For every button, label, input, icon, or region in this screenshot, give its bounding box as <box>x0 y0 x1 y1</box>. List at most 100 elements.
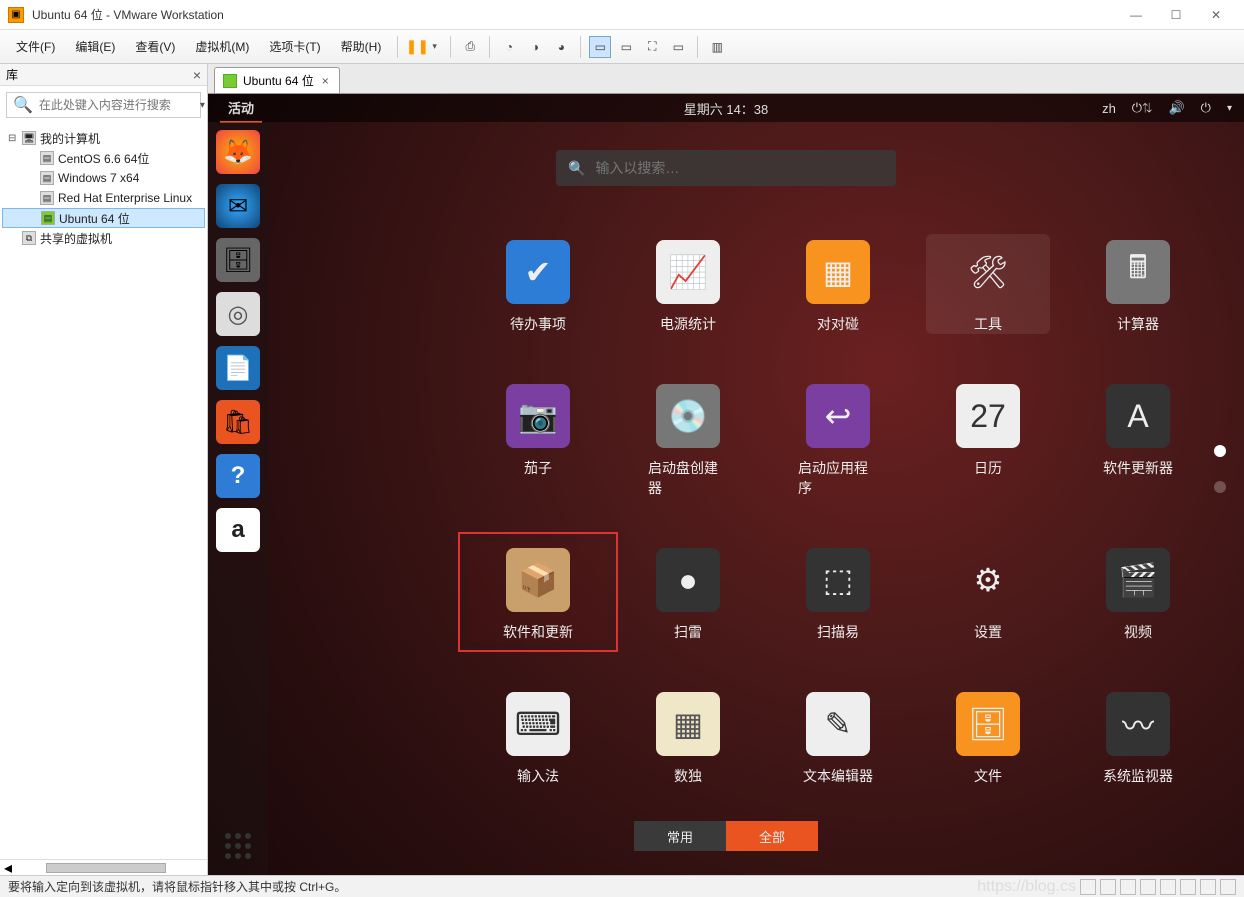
library-hscroll[interactable]: ◂ <box>0 859 207 875</box>
input-lang[interactable]: zh <box>1102 101 1116 116</box>
app-系统监视器[interactable]: 〰系统监视器 <box>1068 686 1208 786</box>
view-console-icon[interactable]: ▭ <box>589 36 611 58</box>
app-扫雷[interactable]: ●扫雷 <box>618 542 758 642</box>
menu-help[interactable]: 帮助(H) <box>333 34 390 59</box>
menu-tabs[interactable]: 选项卡(T) <box>261 34 328 59</box>
tree-shared[interactable]: ⧉ 共享的虚拟机 <box>2 228 205 248</box>
dock-software[interactable]: 🛍 <box>216 400 260 444</box>
menu-view[interactable]: 查看(V) <box>127 34 183 59</box>
dock-help[interactable]: ? <box>216 454 260 498</box>
page-indicator <box>1214 445 1226 493</box>
page-dot-2[interactable] <box>1214 481 1226 493</box>
app-待办事项[interactable]: ✔待办事项 <box>468 234 608 334</box>
status-message: 要将输入定向到该虚拟机，请将鼠标指针移入其中或按 Ctrl+G。 <box>8 878 346 895</box>
app-设置[interactable]: ⚙设置 <box>918 542 1058 642</box>
library-toggle-icon[interactable]: ▥ <box>706 36 728 58</box>
tree-my-computer[interactable]: ⊟ 🖥 我的计算机 <box>2 128 205 148</box>
app-label: 软件和更新 <box>503 622 573 642</box>
app-label: 日历 <box>974 458 1002 478</box>
maximize-button[interactable]: ☐ <box>1156 1 1196 29</box>
view-unity-icon[interactable]: ▭ <box>615 36 637 58</box>
library-search[interactable]: 🔍 ▾ <box>6 92 201 118</box>
volume-icon[interactable]: 🔊 <box>1168 100 1184 116</box>
filter-all[interactable]: 全部 <box>726 821 818 851</box>
ubuntu-desktop[interactable]: 活动 星期六 14：38 zh ⏻⇅ 🔊 ⏻ ▾ 🦊 ✉ 🗄 ◎ 📄 🛍 ? <box>208 94 1244 875</box>
tree-item-win7[interactable]: ▤Windows 7 x64 <box>2 168 205 188</box>
dock-firefox[interactable]: 🦊 <box>216 130 260 174</box>
app-label: 扫描易 <box>817 622 859 642</box>
device-sound-icon[interactable] <box>1160 879 1176 895</box>
app-label: 电源统计 <box>660 314 716 334</box>
gnome-search-input[interactable] <box>595 160 884 176</box>
menu-vm[interactable]: 虚拟机(M) <box>187 34 257 59</box>
minimize-button[interactable]: — <box>1116 1 1156 29</box>
snapshot-take-icon[interactable]: ◔ <box>498 36 520 58</box>
fullscreen-icon[interactable]: ⛶ <box>641 36 663 58</box>
scroll-left-icon[interactable]: ◂ <box>0 858 16 878</box>
show-applications-button[interactable] <box>219 827 257 865</box>
device-display-icon[interactable] <box>1200 879 1216 895</box>
close-button[interactable]: ✕ <box>1196 1 1236 29</box>
snapshot-manager-icon[interactable]: ◕ <box>550 36 572 58</box>
clock[interactable]: 星期六 14：38 <box>684 99 769 118</box>
app-计算器[interactable]: 🖩计算器 <box>1068 234 1208 334</box>
power-icon[interactable]: ⏻ <box>1201 100 1211 116</box>
app-文本编辑器[interactable]: ✎文本编辑器 <box>768 686 908 786</box>
app-对对碰[interactable]: ▦对对碰 <box>768 234 908 334</box>
device-cd-icon[interactable] <box>1100 879 1116 895</box>
dock-files[interactable]: 🗄 <box>216 238 260 282</box>
library-close-icon[interactable]: × <box>193 67 201 83</box>
app-启动盘创建器[interactable]: 💿启动盘创建器 <box>618 378 758 498</box>
app-icon: ↩ <box>806 384 870 448</box>
vmware-statusbar: 要将输入定向到该虚拟机，请将鼠标指针移入其中或按 Ctrl+G。 https:/… <box>0 875 1244 897</box>
filter-frequent[interactable]: 常用 <box>634 821 726 851</box>
app-启动应用程序[interactable]: ↩启动应用程序 <box>768 378 908 498</box>
app-数独[interactable]: ▦数独 <box>618 686 758 786</box>
app-label: 文件 <box>974 766 1002 786</box>
system-dropdown-icon[interactable]: ▾ <box>1227 103 1232 114</box>
dock-thunderbird[interactable]: ✉ <box>216 184 260 228</box>
tree-item-centos[interactable]: ▤CentOS 6.6 64位 <box>2 148 205 168</box>
activities-button[interactable]: 活动 <box>220 94 262 123</box>
snapshot-revert-icon[interactable]: ◑ <box>524 36 546 58</box>
applications-grid: ✔待办事项📈电源统计▦对对碰🛠工具🖩计算器📷茄子💿启动盘创建器↩启动应用程序27… <box>468 234 1134 786</box>
menu-file[interactable]: 文件(F) <box>8 34 63 59</box>
vmware-logo-icon: ▣ <box>8 7 24 23</box>
dock-rhythmbox[interactable]: ◎ <box>216 292 260 336</box>
app-日历[interactable]: 27日历 <box>918 378 1058 498</box>
library-title: 库 <box>6 66 193 83</box>
device-usb-icon[interactable] <box>1140 879 1156 895</box>
app-扫描易[interactable]: ⬚扫描易 <box>768 542 908 642</box>
menu-edit[interactable]: 编辑(E) <box>67 34 123 59</box>
app-icon: 📦 <box>506 548 570 612</box>
dock-writer[interactable]: 📄 <box>216 346 260 390</box>
app-文件[interactable]: 🗄文件 <box>918 686 1058 786</box>
gnome-search[interactable]: 🔍 <box>556 150 896 186</box>
messages-icon[interactable] <box>1220 879 1236 895</box>
pause-vm-icon[interactable]: ❚❚ <box>406 36 428 58</box>
stretch-icon[interactable]: ▭ <box>667 36 689 58</box>
app-icon: ✎ <box>806 692 870 756</box>
vm-tab-ubuntu[interactable]: Ubuntu 64 位 × <box>214 67 340 93</box>
app-视频[interactable]: 🎬视频 <box>1068 542 1208 642</box>
search-dropdown-icon[interactable]: ▾ <box>200 100 205 111</box>
page-dot-1[interactable] <box>1214 445 1226 457</box>
collapse-icon[interactable]: ⊟ <box>8 133 18 144</box>
power-dropdown-icon[interactable]: ▾ <box>432 41 442 52</box>
dock-amazon[interactable]: a <box>216 508 260 552</box>
tree-item-rhel[interactable]: ▤Red Hat Enterprise Linux <box>2 188 205 208</box>
app-输入法[interactable]: ⌨输入法 <box>468 686 608 786</box>
send-ctrl-alt-del-icon[interactable]: ⎙ <box>459 36 481 58</box>
app-电源统计[interactable]: 📈电源统计 <box>618 234 758 334</box>
device-printer-icon[interactable] <box>1180 879 1196 895</box>
app-软件更新器[interactable]: A软件更新器 <box>1068 378 1208 498</box>
network-icon[interactable]: ⏻⇅ <box>1132 100 1153 116</box>
app-软件和更新[interactable]: 📦 软件和更新 <box>468 542 608 642</box>
library-search-input[interactable] <box>39 98 194 112</box>
app-茄子[interactable]: 📷茄子 <box>468 378 608 498</box>
app-工具[interactable]: 🛠工具 <box>918 234 1058 334</box>
tab-close-icon[interactable]: × <box>320 74 331 88</box>
device-hdd-icon[interactable] <box>1080 879 1096 895</box>
tree-item-ubuntu[interactable]: ▤Ubuntu 64 位 <box>2 208 205 228</box>
device-net-icon[interactable] <box>1120 879 1136 895</box>
